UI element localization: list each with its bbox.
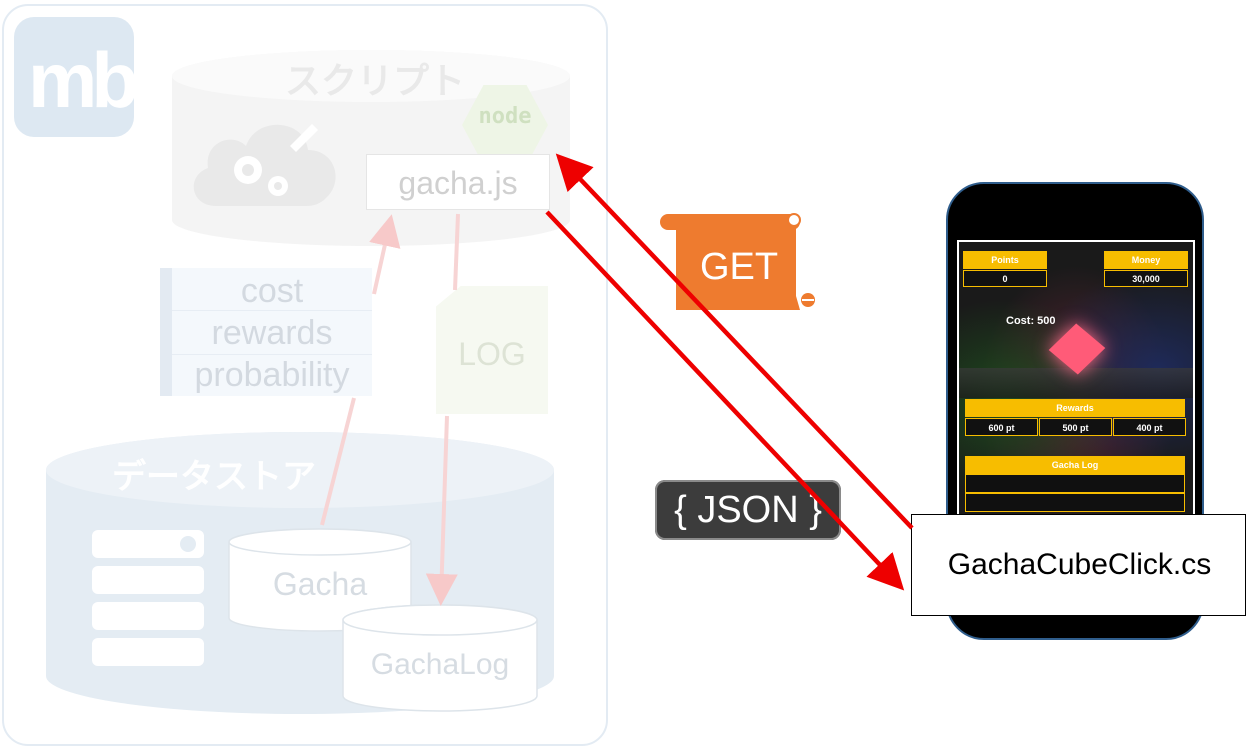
json-response-arrow <box>545 210 905 591</box>
get-request-arrow <box>555 153 914 530</box>
faint-arrow-gacha-to-params <box>320 397 356 526</box>
faint-arrow-log-to-gachalog <box>425 415 458 606</box>
faint-arrow-params-to-script <box>369 214 401 295</box>
faint-arrow-script-to-log <box>453 213 460 291</box>
arrows-overlay <box>320 153 914 606</box>
